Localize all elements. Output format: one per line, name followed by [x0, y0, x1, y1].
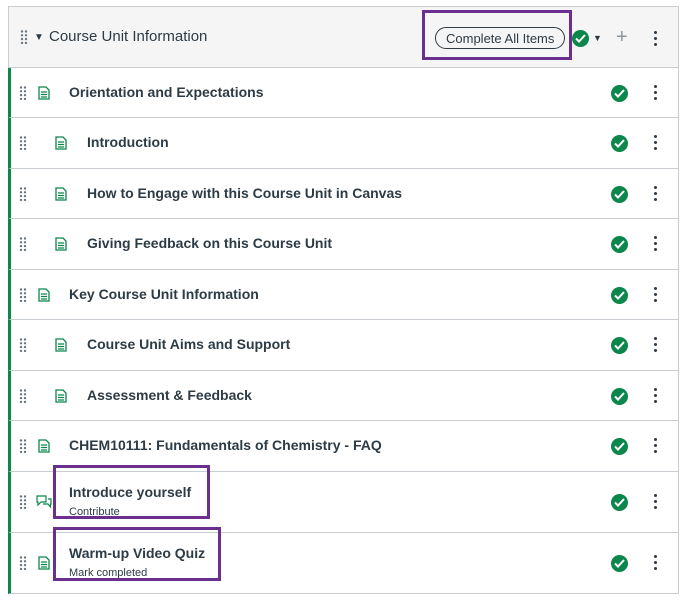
module-item-row[interactable]: Introduction: [8, 118, 678, 169]
drag-handle-icon[interactable]: [19, 556, 27, 570]
drag-handle-icon[interactable]: [19, 439, 27, 453]
drag-handle-icon[interactable]: [20, 30, 28, 44]
kebab-menu-icon[interactable]: [654, 287, 658, 303]
checkmark-circle-icon: [611, 135, 628, 152]
page-icon: [38, 556, 50, 570]
module-item-row[interactable]: Orientation and Expectations: [8, 68, 678, 118]
drag-handle-icon[interactable]: [19, 136, 27, 150]
module-item-title[interactable]: Orientation and Expectations: [69, 84, 263, 100]
module-item-title[interactable]: How to Engage with this Course Unit in C…: [87, 185, 402, 201]
page-icon: [55, 338, 67, 352]
module-item-row[interactable]: How to Engage with this Course Unit in C…: [8, 169, 678, 219]
caret-down-icon[interactable]: ▼: [34, 32, 44, 43]
kebab-menu-icon[interactable]: [654, 438, 658, 454]
kebab-menu-icon[interactable]: [654, 186, 658, 202]
page-icon: [55, 187, 67, 201]
kebab-menu-icon[interactable]: [654, 337, 658, 353]
module-item-row[interactable]: Key Course Unit Information: [8, 270, 678, 320]
plus-icon[interactable]: +: [616, 26, 628, 49]
page-icon: [55, 237, 67, 251]
page-icon: [38, 288, 50, 302]
module-item-title[interactable]: Assessment & Feedback: [87, 387, 252, 403]
module-item-title[interactable]: Introduction: [87, 134, 169, 150]
caret-down-icon[interactable]: ▼: [593, 33, 602, 43]
drag-handle-icon[interactable]: [19, 86, 27, 100]
drag-handle-icon[interactable]: [19, 187, 27, 201]
module-item-requirement: Mark completed: [69, 567, 148, 579]
kebab-menu-icon[interactable]: [654, 555, 658, 571]
module-item-requirement: Contribute: [69, 506, 120, 518]
checkmark-circle-icon: [611, 236, 628, 253]
module-item-row[interactable]: Introduce yourself Contribute: [8, 472, 678, 533]
module-item-row[interactable]: Giving Feedback on this Course Unit: [8, 219, 678, 270]
page-icon: [55, 389, 67, 403]
checkmark-circle-icon: [611, 494, 628, 511]
drag-handle-icon[interactable]: [19, 389, 27, 403]
module: ▼ Course Unit Information Complete All I…: [8, 6, 679, 594]
module-item-title[interactable]: Introduce yourself: [69, 484, 191, 500]
module-item-row[interactable]: Course Unit Aims and Support: [8, 320, 678, 371]
page-icon: [38, 439, 50, 453]
module-item-row[interactable]: Assessment & Feedback: [8, 371, 678, 421]
page-icon: [38, 86, 50, 100]
checkmark-circle-icon: [611, 388, 628, 405]
module-item-row[interactable]: Warm-up Video Quiz Mark completed: [8, 533, 678, 594]
drag-handle-icon[interactable]: [19, 237, 27, 251]
kebab-menu-icon[interactable]: [654, 388, 658, 404]
module-item-row[interactable]: CHEM10111: Fundamentals of Chemistry - F…: [8, 421, 678, 472]
checkmark-circle-icon: [611, 287, 628, 304]
discussion-icon: [36, 495, 52, 509]
checkmark-circle-icon: [611, 555, 628, 572]
checkmark-circle-icon: [611, 438, 628, 455]
complete-all-items-button[interactable]: Complete All Items: [435, 27, 566, 49]
checkmark-circle-icon: [572, 30, 589, 47]
module-item-title[interactable]: Course Unit Aims and Support: [87, 336, 290, 352]
module-title: Course Unit Information: [49, 28, 208, 45]
drag-handle-icon[interactable]: [19, 288, 27, 302]
checkmark-circle-icon: [611, 186, 628, 203]
module-header[interactable]: ▼ Course Unit Information Complete All I…: [9, 7, 678, 68]
module-item-title[interactable]: Warm-up Video Quiz: [69, 545, 205, 561]
kebab-menu-icon[interactable]: [654, 135, 658, 151]
checkmark-circle-icon: [611, 85, 628, 102]
kebab-menu-icon[interactable]: [654, 494, 658, 510]
checkmark-circle-icon: [611, 337, 628, 354]
page-icon: [55, 136, 67, 150]
kebab-menu-icon[interactable]: [654, 31, 658, 47]
module-items-list: Orientation and Expectations Introduction…: [8, 68, 678, 594]
kebab-menu-icon[interactable]: [654, 236, 658, 252]
module-item-title[interactable]: Giving Feedback on this Course Unit: [87, 235, 332, 251]
kebab-menu-icon[interactable]: [654, 85, 658, 101]
module-item-title[interactable]: Key Course Unit Information: [69, 286, 259, 302]
drag-handle-icon[interactable]: [19, 495, 27, 509]
module-item-title[interactable]: CHEM10111: Fundamentals of Chemistry - F…: [69, 437, 382, 453]
drag-handle-icon[interactable]: [19, 338, 27, 352]
